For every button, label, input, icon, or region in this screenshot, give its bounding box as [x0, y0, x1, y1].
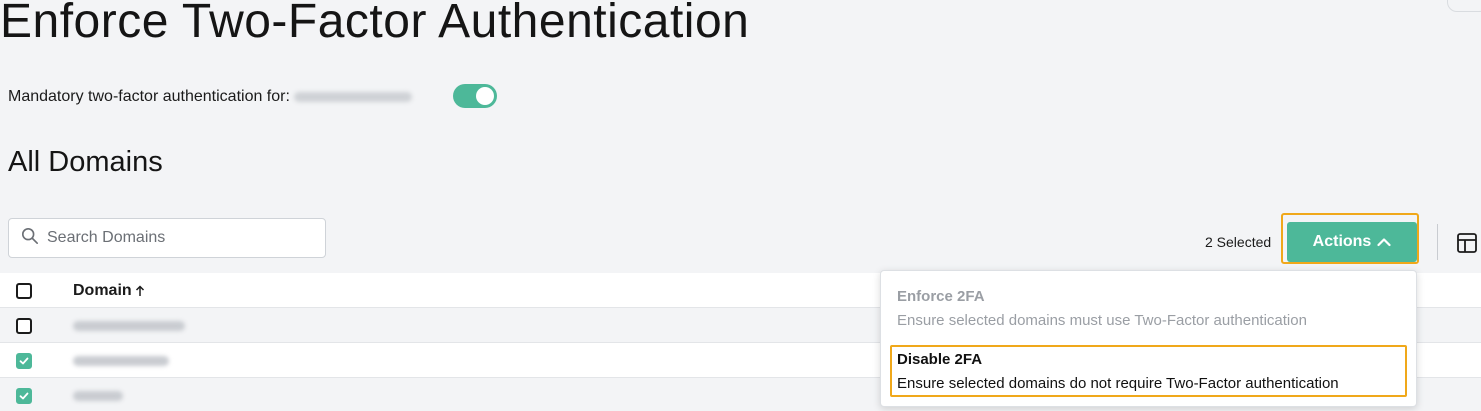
section-title: All Domains	[8, 146, 163, 178]
selected-count: 2 Selected	[1205, 234, 1272, 250]
chevron-up-icon	[1377, 238, 1391, 247]
redacted-domain-name	[73, 321, 185, 331]
page: Enforce Two-Factor Authentication Mandat…	[0, 0, 1481, 411]
window-corner-decoration	[1447, 0, 1481, 12]
select-all-checkbox[interactable]	[16, 283, 32, 299]
menu-item-description: Ensure selected domains must use Two-Fac…	[897, 312, 1307, 329]
column-header-domain[interactable]: Domain	[73, 282, 145, 300]
redacted-domain-name	[73, 391, 123, 401]
menu-item-enforce-2fa[interactable]: Enforce 2FA Ensure selected domains must…	[897, 288, 1409, 329]
toolbar-divider	[1437, 224, 1438, 260]
search-input[interactable]	[45, 228, 309, 248]
menu-item-disable-2fa[interactable]: Disable 2FA Ensure selected domains do n…	[897, 351, 1409, 392]
menu-item-description: Ensure selected domains do not require T…	[897, 375, 1339, 392]
check-icon	[19, 357, 29, 365]
actions-button-label: Actions	[1312, 233, 1372, 250]
mandatory-2fa-label: Mandatory two-factor authentication for:	[8, 88, 290, 105]
mandatory-2fa-row: Mandatory two-factor authentication for:	[8, 86, 412, 108]
columns-icon[interactable]	[1456, 232, 1478, 254]
search-icon	[21, 227, 39, 250]
row-checkbox[interactable]	[16, 388, 32, 404]
arrow-up-icon	[135, 285, 144, 296]
column-header-label: Domain	[73, 282, 132, 299]
actions-dropdown-menu: Enforce 2FA Ensure selected domains must…	[880, 270, 1417, 407]
page-title: Enforce Two-Factor Authentication	[0, 0, 750, 48]
actions-button[interactable]: Actions	[1287, 222, 1417, 262]
search-box[interactable]	[8, 218, 326, 258]
mandatory-2fa-toggle[interactable]	[453, 84, 497, 108]
check-icon	[19, 392, 29, 400]
menu-item-title: Disable 2FA	[897, 351, 983, 368]
toggle-knob	[476, 87, 494, 105]
row-checkbox[interactable]	[16, 353, 32, 369]
redacted-domain-name	[73, 356, 169, 366]
menu-item-title: Enforce 2FA	[897, 288, 985, 305]
row-checkbox[interactable]	[16, 318, 32, 334]
redacted-account-name	[293, 92, 412, 102]
